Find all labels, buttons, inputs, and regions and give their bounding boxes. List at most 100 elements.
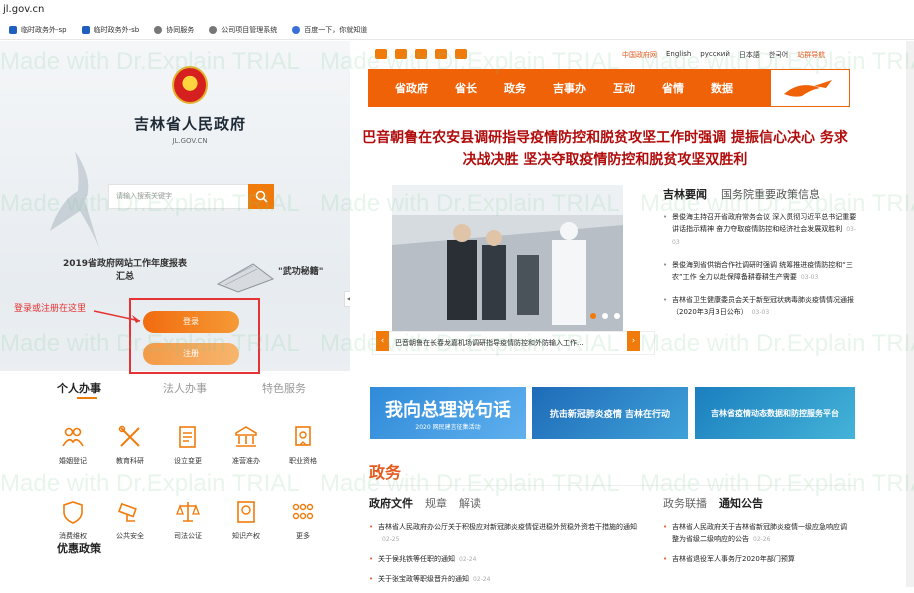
- nav-provincial-gov[interactable]: 省政府: [395, 80, 428, 96]
- slider-dot[interactable]: [614, 313, 620, 319]
- service-marriage[interactable]: 婚姻登记: [43, 424, 103, 466]
- bookmark-icon: [81, 25, 90, 34]
- search-button[interactable]: [248, 184, 274, 209]
- service-label: 公共安全: [116, 532, 144, 540]
- slider-dot[interactable]: [602, 313, 608, 319]
- tab-jilin-news[interactable]: 吉林要闻: [663, 188, 707, 201]
- camera-icon: [118, 502, 137, 522]
- nav-data[interactable]: 数据: [711, 80, 733, 96]
- tab-personal[interactable]: 个人办事: [57, 380, 101, 396]
- search-icon: [255, 190, 268, 203]
- tab-gov-docs[interactable]: 政府文件: [369, 497, 413, 510]
- news-item[interactable]: 景俊海主持召开省政府常务会议 深入贯彻习近平总书记重要讲话指示精神 奋力夺取疫情…: [663, 211, 859, 249]
- banner-epidemic[interactable]: 抗击新冠肺炎疫情 吉林在行动: [532, 387, 688, 439]
- news-item[interactable]: 景俊海到省供销合作社调研时强调 统筹推进疫情防控和“三农”工作 全力以赴保障备耕…: [663, 259, 859, 284]
- banner-premier[interactable]: 我向总理说句话 2020 网民建言征集活动: [370, 387, 526, 439]
- news-date: 03-03: [800, 274, 819, 281]
- nav-jishiban[interactable]: 吉事办: [553, 80, 586, 96]
- doc-item[interactable]: 关于张宝政等职级晋升的通知 02-24: [369, 573, 649, 586]
- news-item[interactable]: 吉林省卫生健康委员会关于新型冠状病毒肺炎疫情情况通报（2020年3月3日公布）0…: [663, 294, 859, 319]
- banner-subtitle: 2020 网民建言征集活动: [415, 423, 481, 431]
- crane-decoration: [50, 151, 100, 251]
- service-label: 准营准办: [232, 457, 260, 465]
- divider: [369, 485, 855, 486]
- service-more[interactable]: 更多: [273, 499, 333, 541]
- banner-row: 我向总理说句话 2020 网民建言征集活动 抗击新冠肺炎疫情 吉林在行动 吉林省…: [370, 387, 856, 439]
- shield-icon: [63, 501, 83, 524]
- link-site-nav[interactable]: 站群导航: [797, 50, 825, 60]
- site-domain: JL.GOV.CN: [172, 137, 208, 145]
- link-english[interactable]: English: [666, 50, 691, 60]
- tab-corporate[interactable]: 法人办事: [163, 380, 207, 396]
- link-gov-cn[interactable]: 中国政府网: [622, 50, 657, 60]
- service-qualification[interactable]: 职业资格: [273, 424, 333, 466]
- bookmark-baidu[interactable]: 百度一下，你就知道: [292, 25, 367, 35]
- weibo-icon[interactable]: [395, 49, 407, 59]
- bookmark-sp[interactable]: 临时政务外-sp: [9, 25, 67, 35]
- section-title: 优惠政策: [57, 542, 101, 555]
- annual-report-link[interactable]: 2019省政府网站工作年度报表汇总: [60, 258, 190, 284]
- notice-item[interactable]: 吉林省人民政府关于吉林省新冠肺炎疫情一级应急响应调整为省级二级响应的公告02-2…: [663, 521, 853, 546]
- tools-icon: [118, 425, 140, 447]
- wechat-icon[interactable]: [375, 49, 387, 59]
- news-slider-image[interactable]: [392, 185, 623, 331]
- bookmark-label: 临时政务外-sb: [93, 25, 140, 34]
- service-security[interactable]: 公共安全: [100, 499, 160, 541]
- banner-data-platform[interactable]: 吉林省疫情动态数据和防控服务平台: [695, 387, 855, 439]
- mail-icon[interactable]: [435, 49, 447, 59]
- news-list: 景俊海主持召开省政府常务会议 深入贯彻习近平总书记重要讲话指示精神 奋力夺取疫情…: [663, 211, 859, 329]
- tab-featured[interactable]: 特色服务: [262, 380, 306, 396]
- slider-dot[interactable]: [590, 313, 596, 319]
- banner-title: 我向总理说句话: [385, 399, 511, 421]
- doc-item[interactable]: 吉林省人民政府办公厅关于积极应对新冠肺炎疫情促进稳外贸稳外资若干措施的通知 02-…: [369, 521, 649, 546]
- doc-item[interactable]: 关于侯兆铁等任职的通知 02-24: [369, 553, 649, 566]
- doc-list: 吉林省人民政府办公厅关于积极应对新冠肺炎疫情促进稳外贸稳外资若干措施的通知 02-…: [369, 521, 649, 593]
- service-notary[interactable]: 司法公证: [158, 499, 218, 541]
- bookmark-sb[interactable]: 临时政务外-sb: [81, 25, 140, 35]
- slider-next-button[interactable]: ›: [627, 331, 640, 351]
- section-title: 政务: [369, 463, 402, 482]
- bookmark-project[interactable]: 公司项目管理系统: [209, 25, 277, 35]
- slide-caption[interactable]: 巴音朝鲁在长春龙嘉机场调研指导疫情防控和外防输入工作...: [372, 331, 655, 355]
- link-japanese[interactable]: 日本語: [739, 50, 760, 60]
- tab-gov-broadcast[interactable]: 政务联播: [663, 497, 707, 510]
- slider-prev-button[interactable]: ‹: [376, 331, 389, 351]
- bookmark-cooperation[interactable]: 协同服务: [154, 25, 194, 35]
- doc-date: 02-25: [382, 536, 400, 543]
- address-bar[interactable]: jl.gov.cn: [0, 0, 914, 20]
- register-button[interactable]: 注册: [143, 343, 239, 365]
- scrollbar[interactable]: [906, 41, 914, 587]
- wugong-link[interactable]: "武功秘籍": [278, 264, 323, 277]
- bookmark-icon: [9, 25, 17, 34]
- service-change[interactable]: 设立变更: [158, 424, 218, 466]
- headline-link[interactable]: 巴音朝鲁在农安县调研指导疫情防控和脱贫攻坚工作时强调 提振信心决心 务求决战决胜…: [360, 127, 850, 171]
- nav-interaction[interactable]: 互动: [613, 80, 635, 96]
- ip-icon: [237, 501, 255, 523]
- news-text: 景俊海到省供销合作社调研时强调 统筹推进疫情防控和“三农”工作 全力以赴保障备耕…: [672, 261, 853, 281]
- tab-regulations[interactable]: 规章: [425, 497, 447, 510]
- accessibility-icon[interactable]: [455, 49, 467, 59]
- nav-governor[interactable]: 省长: [455, 80, 477, 96]
- service-consumer[interactable]: 消费维权: [43, 499, 103, 541]
- mobile-icon[interactable]: [415, 49, 427, 59]
- link-korean[interactable]: 한국어: [769, 50, 788, 60]
- service-label: 司法公证: [174, 532, 202, 540]
- tab-interpretation[interactable]: 解读: [459, 497, 481, 510]
- link-russian[interactable]: русский: [700, 50, 730, 60]
- service-ip[interactable]: 知识产权: [216, 499, 276, 541]
- notice-list: 吉林省人民政府关于吉林省新冠肺炎疫情一级应急响应调整为省级二级响应的公告02-2…: [663, 521, 853, 572]
- news-tabs: 吉林要闻 国务院重要政策信息: [663, 186, 820, 202]
- tab-state-council[interactable]: 国务院重要政策信息: [721, 188, 820, 201]
- globe-icon: [154, 25, 163, 34]
- service-license[interactable]: 准营准办: [216, 424, 276, 466]
- service-education[interactable]: 教育科研: [100, 424, 160, 466]
- search-input[interactable]: 请输入搜索关键字: [108, 184, 250, 209]
- globe-icon: [209, 25, 218, 34]
- nav-province-info[interactable]: 省情: [662, 80, 684, 96]
- bookmark-label: 临时政务外-sp: [21, 25, 67, 34]
- notice-item[interactable]: 吉林省退役军人事务厅2020年部门预算: [663, 553, 853, 565]
- login-button[interactable]: 登录: [143, 311, 239, 333]
- tab-notices[interactable]: 通知公告: [719, 497, 763, 510]
- service-label: 设立变更: [174, 457, 202, 465]
- nav-affairs[interactable]: 政务: [504, 80, 526, 96]
